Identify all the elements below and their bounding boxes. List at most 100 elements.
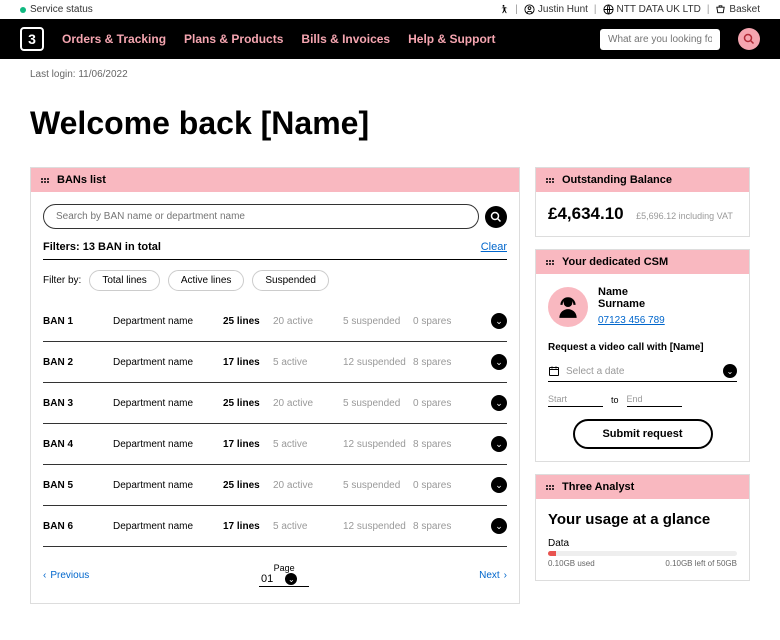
ban-row[interactable]: BAN 3Department name25 lines20 active5 s… bbox=[43, 383, 507, 424]
expand-icon[interactable]: ⌄ bbox=[491, 436, 507, 452]
ban-name: BAN 1 bbox=[43, 316, 113, 327]
three-logo[interactable]: 3 bbox=[20, 27, 44, 51]
data-used: 0.10GB used bbox=[548, 559, 595, 568]
ban-active: 5 active bbox=[273, 357, 343, 368]
ban-dept: Department name bbox=[113, 480, 223, 491]
submit-request-button[interactable]: Submit request bbox=[573, 419, 713, 449]
balance-vat: £5,696.12 including VAT bbox=[636, 211, 733, 221]
grip-icon[interactable] bbox=[546, 178, 556, 183]
ban-active: 20 active bbox=[273, 398, 343, 409]
chip-active[interactable]: Active lines bbox=[168, 270, 245, 291]
ban-spares: 8 spares bbox=[413, 521, 483, 532]
ban-active: 5 active bbox=[273, 521, 343, 532]
videocall-label: Request a video call with [Name] bbox=[548, 342, 737, 353]
expand-icon[interactable]: ⌄ bbox=[491, 354, 507, 370]
bans-title: BANs list bbox=[57, 174, 106, 186]
start-time-input[interactable]: Start bbox=[548, 392, 603, 407]
prev-page[interactable]: ‹Previous bbox=[43, 570, 89, 581]
csm-phone[interactable]: 07123 456 789 bbox=[598, 315, 665, 326]
filter-by-label: Filter by: bbox=[43, 275, 81, 286]
ban-row[interactable]: BAN 1Department name25 lines20 active5 s… bbox=[43, 301, 507, 342]
next-page[interactable]: Next› bbox=[479, 570, 507, 581]
nav-bills[interactable]: Bills & Invoices bbox=[301, 32, 390, 46]
status-dot-icon bbox=[20, 7, 26, 13]
ban-name: BAN 3 bbox=[43, 398, 113, 409]
calendar-icon bbox=[548, 365, 560, 377]
ban-search-input[interactable] bbox=[43, 204, 479, 229]
ban-suspended: 12 suspended bbox=[343, 521, 413, 532]
service-status[interactable]: Service status bbox=[30, 4, 93, 15]
ban-name: BAN 2 bbox=[43, 357, 113, 368]
ban-lines: 17 lines bbox=[223, 357, 273, 368]
csm-avatar bbox=[548, 287, 588, 327]
ban-spares: 0 spares bbox=[413, 398, 483, 409]
ban-dept: Department name bbox=[113, 316, 223, 327]
ban-lines: 25 lines bbox=[223, 316, 273, 327]
nav-orders[interactable]: Orders & Tracking bbox=[62, 32, 166, 46]
expand-icon[interactable]: ⌄ bbox=[491, 477, 507, 493]
expand-icon[interactable]: ⌄ bbox=[491, 313, 507, 329]
nav-plans[interactable]: Plans & Products bbox=[184, 32, 283, 46]
nav-help[interactable]: Help & Support bbox=[408, 32, 495, 46]
clear-filters[interactable]: Clear bbox=[481, 241, 507, 253]
expand-icon[interactable]: ⌄ bbox=[491, 518, 507, 534]
chevron-down-icon: ⌄ bbox=[723, 364, 737, 378]
ban-active: 20 active bbox=[273, 316, 343, 327]
global-search-input[interactable] bbox=[600, 29, 720, 50]
ban-row[interactable]: BAN 4Department name17 lines5 active12 s… bbox=[43, 424, 507, 465]
ban-dept: Department name bbox=[113, 439, 223, 450]
csm-surname: Surname bbox=[598, 298, 665, 310]
ban-lines: 25 lines bbox=[223, 480, 273, 491]
end-time-input[interactable]: End bbox=[627, 392, 682, 407]
last-login: Last login: 11/06/2022 bbox=[0, 59, 780, 90]
ban-spares: 0 spares bbox=[413, 480, 483, 491]
grip-icon[interactable] bbox=[41, 178, 51, 183]
chip-total[interactable]: Total lines bbox=[89, 270, 159, 291]
grip-icon[interactable] bbox=[546, 260, 556, 265]
accessibility-icon[interactable] bbox=[498, 4, 509, 15]
global-search-button[interactable] bbox=[738, 28, 760, 50]
ban-name: BAN 5 bbox=[43, 480, 113, 491]
ban-row[interactable]: BAN 2Department name17 lines5 active12 s… bbox=[43, 342, 507, 383]
ban-search-button[interactable] bbox=[485, 206, 507, 228]
usage-title: Your usage at a glance bbox=[548, 511, 737, 528]
ban-row[interactable]: BAN 6Department name17 lines5 active12 s… bbox=[43, 506, 507, 547]
expand-icon[interactable]: ⌄ bbox=[491, 395, 507, 411]
ban-lines: 17 lines bbox=[223, 521, 273, 532]
basket-link[interactable]: Basket bbox=[715, 4, 760, 15]
ban-spares: 8 spares bbox=[413, 439, 483, 450]
csm-title: Your dedicated CSM bbox=[562, 256, 668, 268]
page-title: Welcome back [Name] bbox=[0, 90, 780, 167]
ban-name: BAN 4 bbox=[43, 439, 113, 450]
ban-lines: 25 lines bbox=[223, 398, 273, 409]
ban-lines: 17 lines bbox=[223, 439, 273, 450]
to-label: to bbox=[611, 395, 619, 405]
csm-card: Your dedicated CSM Name Surname 07123 45… bbox=[535, 249, 750, 462]
page-label: Page bbox=[259, 563, 309, 573]
data-label: Data bbox=[548, 538, 737, 549]
user-icon bbox=[524, 4, 535, 15]
data-left: 0.10GB left of 50GB bbox=[665, 559, 737, 568]
balance-title: Outstanding Balance bbox=[562, 174, 672, 186]
ban-row[interactable]: BAN 5Department name25 lines20 active5 s… bbox=[43, 465, 507, 506]
balance-amount: £4,634.10 bbox=[548, 204, 624, 223]
ban-suspended: 12 suspended bbox=[343, 439, 413, 450]
ban-active: 20 active bbox=[273, 480, 343, 491]
globe-icon bbox=[603, 4, 614, 15]
basket-icon bbox=[715, 4, 726, 15]
filters-count: Filters: 13 BAN in total bbox=[43, 241, 161, 253]
chevron-left-icon: ‹ bbox=[43, 570, 46, 581]
chip-suspended[interactable]: Suspended bbox=[252, 270, 329, 291]
chevron-right-icon: › bbox=[504, 570, 507, 581]
company-menu[interactable]: NTT DATA UK LTD bbox=[603, 4, 701, 15]
ban-spares: 8 spares bbox=[413, 357, 483, 368]
user-menu[interactable]: Justin Hunt bbox=[524, 4, 588, 15]
page-select[interactable]: 01⌄ bbox=[259, 573, 309, 587]
ban-active: 5 active bbox=[273, 439, 343, 450]
ban-dept: Department name bbox=[113, 521, 223, 532]
analyst-title: Three Analyst bbox=[562, 481, 634, 493]
grip-icon[interactable] bbox=[546, 485, 556, 490]
balance-card: Outstanding Balance £4,634.10 £5,696.12 … bbox=[535, 167, 750, 237]
date-input[interactable]: Select a date ⌄ bbox=[548, 361, 737, 382]
analyst-card: Three Analyst Your usage at a glance Dat… bbox=[535, 474, 750, 581]
